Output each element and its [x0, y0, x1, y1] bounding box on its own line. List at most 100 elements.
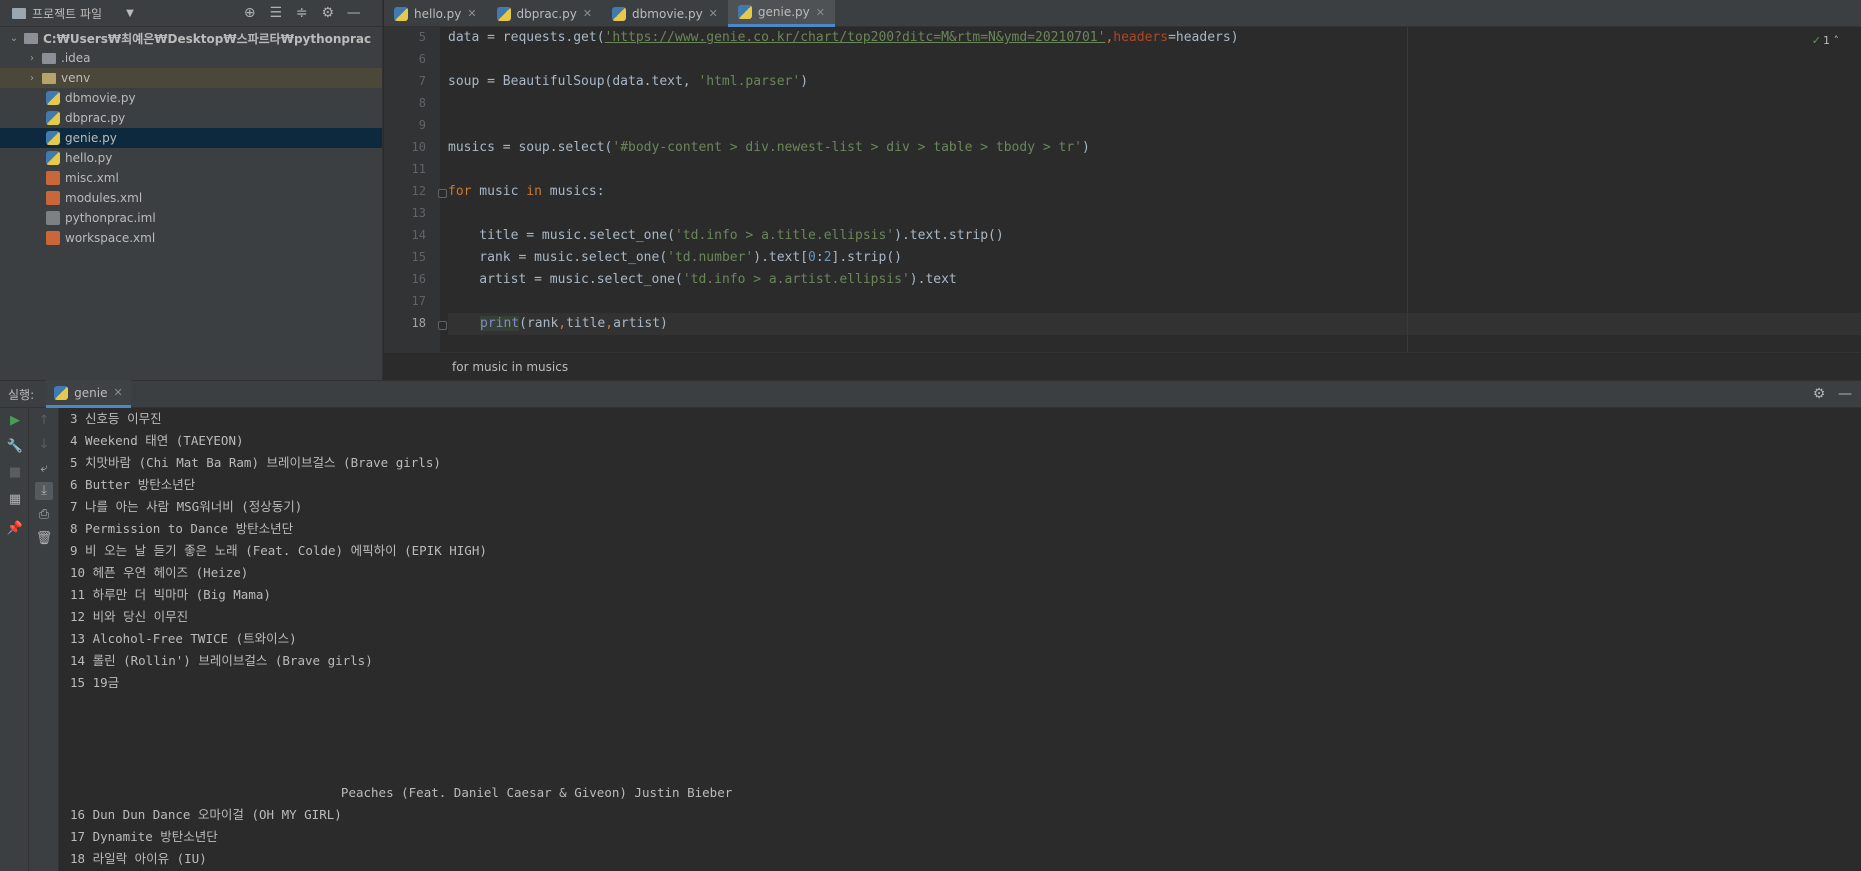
close-icon[interactable]: ✕ [113, 386, 122, 399]
line-number: 17 [411, 294, 426, 308]
tree-item-hello[interactable]: hello.py [0, 148, 382, 168]
console-line: 6 Butter 방탄소년단 [70, 477, 196, 492]
soft-wrap-icon[interactable]: ⤶ [35, 460, 53, 478]
tree-item-dbmovie[interactable]: dbmovie.py [0, 88, 382, 108]
tree-item-misc[interactable]: misc.xml [0, 168, 382, 188]
console-output[interactable]: 3 신호등 이무진 4 Weekend 태연 (TAEYEON) 5 치맛바람 … [59, 408, 1861, 871]
tab-hello[interactable]: hello.py ✕ [384, 0, 487, 27]
chevron-down-icon[interactable]: ⌄ [8, 33, 20, 44]
line-number: 13 [411, 206, 426, 220]
console-toolbar: ↑ ↓ ⤶ ⤓ ⎙ 🗑 [29, 408, 59, 871]
tree-item-label: dbmovie.py [65, 91, 136, 105]
python-file-icon [46, 151, 60, 165]
code-token: : [815, 250, 824, 265]
arrow-up-icon[interactable]: ↑ [35, 412, 53, 430]
tab-run-genie[interactable]: genie ✕ [46, 380, 131, 408]
code-token: artist = music.select_one( [448, 272, 683, 287]
code-token: ) [800, 74, 809, 89]
code-token: ) [1081, 140, 1090, 155]
tab-dbprac[interactable]: dbprac.py ✕ [487, 0, 603, 27]
gear-icon[interactable]: ⚙ [1811, 386, 1827, 402]
tree-item-modules[interactable]: modules.xml [0, 188, 382, 208]
code-token: title [566, 316, 606, 331]
inspection-count: 1 [1823, 34, 1830, 47]
line-number: 6 [418, 52, 426, 66]
console-line: 8 Permission to Dance 방탄소년단 [70, 521, 294, 536]
arrow-down-icon[interactable]: ↓ [35, 436, 53, 454]
fold-icon[interactable] [438, 321, 447, 330]
console-line: 10 헤픈 우연 헤이즈 (Heize) [70, 565, 249, 580]
tree-item-workspace[interactable]: workspace.xml [0, 228, 382, 248]
close-icon[interactable]: ✕ [583, 7, 592, 20]
tree-item-dbprac[interactable]: dbprac.py [0, 108, 382, 128]
tree-item-label: dbprac.py [65, 111, 126, 125]
tree-item-venv[interactable]: › venv [0, 68, 382, 88]
hide-icon[interactable]: — [1837, 386, 1853, 402]
code-token: 'https://www.genie.co.kr/chart/top200?di… [604, 30, 1106, 45]
close-icon[interactable]: ✕ [467, 7, 476, 20]
code-token: music [471, 184, 527, 199]
tab-label: dbprac.py [516, 6, 577, 21]
code-token: ].strip() [831, 250, 902, 265]
print-icon[interactable]: ⎙ [35, 506, 53, 524]
folder-icon [42, 72, 56, 84]
chevron-down-icon[interactable]: ▼ [126, 8, 134, 19]
line-number: 15 [411, 250, 426, 264]
code-area[interactable]: data = requests.get('https://www.genie.c… [448, 27, 1861, 352]
fold-icon[interactable] [438, 189, 447, 198]
line-number: 16 [411, 272, 426, 286]
project-tool-window: 프로젝트 파일 ▼ ⊕ ☰ ≑ ⚙ — ⌄ C:₩Users₩최예은₩Deskt… [0, 0, 383, 380]
code-line: rank = music.select_one('td.number').tex… [448, 247, 1861, 269]
code-token: 'td.number' [667, 250, 754, 265]
python-file-icon [612, 6, 627, 21]
tree-item-idea[interactable]: › .idea [0, 48, 382, 68]
code-token: ).text.strip() [894, 228, 1004, 243]
tree-item-root[interactable]: ⌄ C:₩Users₩최예은₩Desktop₩스파르타₩pythonprac [0, 28, 382, 48]
pin-icon[interactable]: 📌 [6, 520, 24, 538]
tree-item-genie[interactable]: genie.py [0, 128, 382, 148]
tree-item-label: genie.py [65, 131, 117, 145]
line-number-gutter: 5 6 7 8 9 10 11 12 13 14 15 16 17 18 [384, 27, 447, 352]
code-token: (rank [519, 316, 559, 331]
python-file-icon [394, 6, 408, 21]
close-icon[interactable]: ✕ [816, 6, 825, 19]
chevron-right-icon[interactable]: › [26, 53, 38, 64]
run-label: 실행: [8, 387, 35, 402]
gear-icon[interactable]: ⚙ [320, 5, 336, 21]
folder-icon [42, 52, 56, 64]
rerun-icon[interactable]: ▶ [6, 412, 24, 430]
line-number: 5 [418, 30, 426, 44]
breadcrumb[interactable]: for music in musics [384, 352, 1861, 380]
tab-genie[interactable]: genie.py ✕ [727, 0, 835, 27]
inspection-widget[interactable]: ✓ 1 ˄ [1812, 34, 1839, 47]
expand-all-icon[interactable]: ☰ [268, 5, 284, 21]
close-icon[interactable]: ✕ [709, 7, 718, 20]
chevron-up-icon[interactable]: ˄ [1834, 34, 1840, 47]
code-line-current: print(rank,title,artist) [448, 313, 1861, 335]
layout-icon[interactable]: ▦ [6, 491, 24, 509]
code-editor[interactable]: 5 6 7 8 9 10 11 12 13 14 15 16 17 18 dat… [384, 27, 1861, 352]
line-number: 12 [411, 184, 426, 198]
stop-icon[interactable]: ■ [6, 464, 24, 482]
code-token: 2 [823, 250, 832, 265]
python-file-icon [496, 6, 511, 21]
module-file-icon [46, 211, 60, 225]
xml-file-icon [46, 231, 60, 245]
collapse-all-icon[interactable]: ≑ [294, 5, 310, 21]
scroll-to-end-icon[interactable]: ⤓ [35, 482, 53, 500]
chevron-right-icon[interactable]: › [26, 73, 38, 84]
locate-icon[interactable]: ⊕ [242, 5, 258, 21]
project-view-selector[interactable]: 프로젝트 파일 [32, 5, 102, 22]
python-file-icon [46, 91, 60, 105]
tree-item-iml[interactable]: pythonprac.iml [0, 208, 382, 228]
tab-label: genie.py [757, 5, 810, 19]
code-token: data = requests.get( [448, 30, 605, 45]
tree-item-label: C:₩Users₩최예은₩Desktop₩스파르타₩pythonprac [43, 31, 372, 46]
tab-dbmovie[interactable]: dbmovie.py ✕ [602, 0, 728, 27]
code-line: title = music.select_one('td.info > a.ti… [448, 225, 1861, 247]
wrench-icon[interactable]: 🔧 [6, 438, 24, 456]
code-token: ).text [909, 272, 957, 287]
hide-icon[interactable]: — [346, 5, 362, 21]
console-line: 7 나를 아는 사람 MSG워너비 (정상동기) [70, 499, 303, 514]
trash-icon[interactable]: 🗑 [35, 530, 53, 548]
